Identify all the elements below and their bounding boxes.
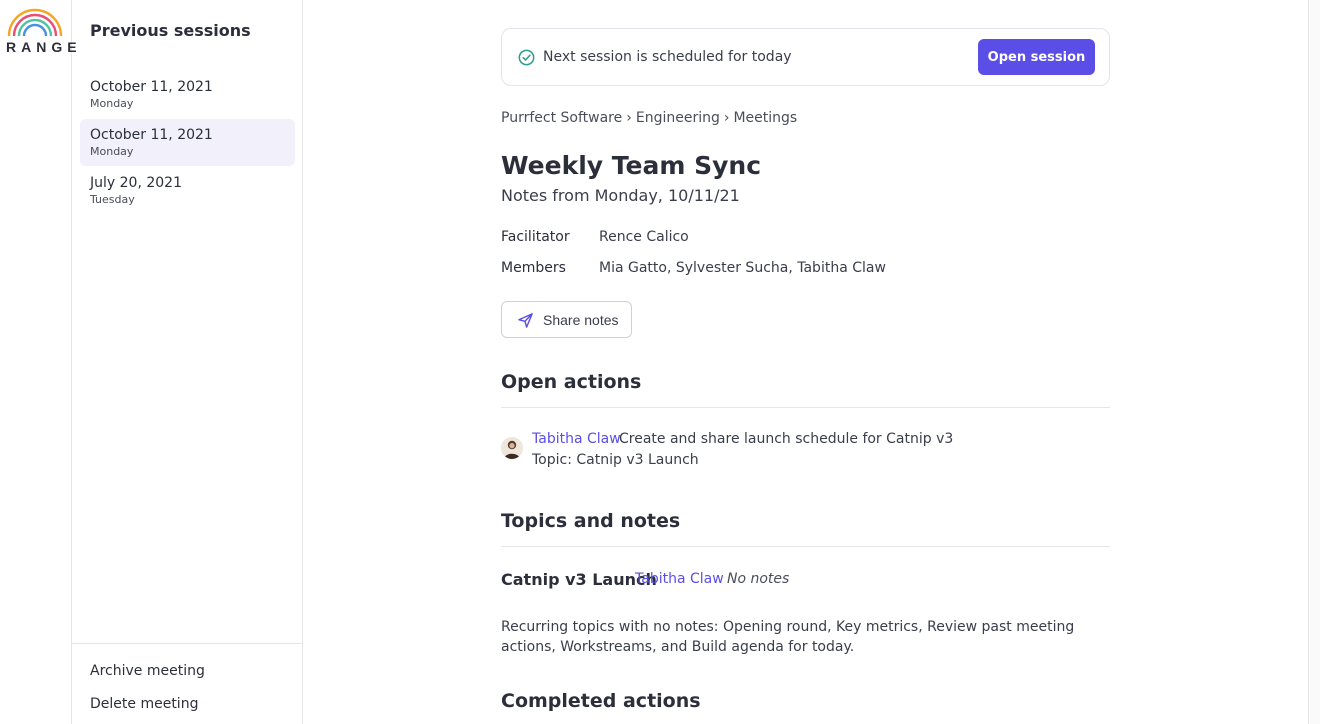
breadcrumb-separator: › [723,110,730,126]
sessions-title: Previous sessions [90,21,251,40]
breadcrumb-org[interactable]: Purrfect Software [501,110,622,126]
breadcrumb-separator: › [626,110,632,126]
open-actions-title: Open actions [501,371,642,393]
archive-meeting-link[interactable]: Archive meeting [90,663,205,679]
logo-text: RANGE [6,39,82,55]
session-day: Monday [90,97,134,110]
session-item[interactable]: July 20, 2021 Tuesday [80,167,295,214]
session-date: October 11, 2021 [90,127,213,143]
sessions-footer [72,643,302,644]
breadcrumb-team[interactable]: Engineering [636,110,720,126]
completed-actions-title: Completed actions [501,690,701,712]
facilitator-label: Facilitator [501,229,570,245]
rainbow-logo-icon [7,8,63,37]
avatar [501,437,523,459]
action-topic: Topic: Catnip v3 Launch [532,452,699,468]
topic-notes-status: No notes [727,571,790,587]
page-scrollbar[interactable] [1308,0,1320,724]
topic-owner-link[interactable]: Tabitha Claw [635,571,724,587]
session-day: Monday [90,145,134,158]
session-date: July 20, 2021 [90,175,182,191]
banner-text: Next session is scheduled for today [543,49,792,65]
next-session-banner: Next session is scheduled for today Open… [501,28,1110,86]
range-logo[interactable]: RANGE [6,8,82,56]
session-item[interactable]: October 11, 2021 Monday [80,71,295,118]
send-icon [518,313,533,328]
session-day: Tuesday [90,193,135,206]
topic-description: Recurring topics with no notes: Opening … [501,619,1075,655]
session-item-selected[interactable]: October 11, 2021 Monday [80,119,295,166]
sessions-sidebar: Previous sessions October 11, 2021 Monda… [72,0,303,724]
open-session-button[interactable]: Open session [978,39,1095,75]
breadcrumb-meetings[interactable]: Meetings [733,110,797,126]
page-subtitle: Notes from Monday, 10/11/21 [501,186,740,205]
topics-title: Topics and notes [501,510,681,532]
share-notes-label: Share notes [543,312,619,328]
action-text[interactable]: Create and share launch schedule for Cat… [619,431,953,447]
topic-name: Catnip v3 Launch [501,570,657,589]
app-rail: RANGE [0,0,82,724]
delete-meeting-link[interactable]: Delete meeting [90,696,198,712]
members-value: Mia Gatto, Sylvester Sucha, Tabitha Claw [599,260,886,276]
page-title: Weekly Team Sync [501,151,762,180]
share-notes-button[interactable]: Share notes [501,301,632,338]
section-divider [501,546,1110,547]
session-date: October 11, 2021 [90,79,213,95]
action-owner-link[interactable]: Tabitha Claw [532,431,621,447]
members-label: Members [501,260,566,276]
breadcrumb: Purrfect Software › Engineering › Meetings [501,110,797,126]
facilitator-value: Rence Calico [599,229,689,245]
section-divider [501,407,1110,408]
user-avatar-icon [501,437,523,459]
check-circle-icon [518,49,535,66]
